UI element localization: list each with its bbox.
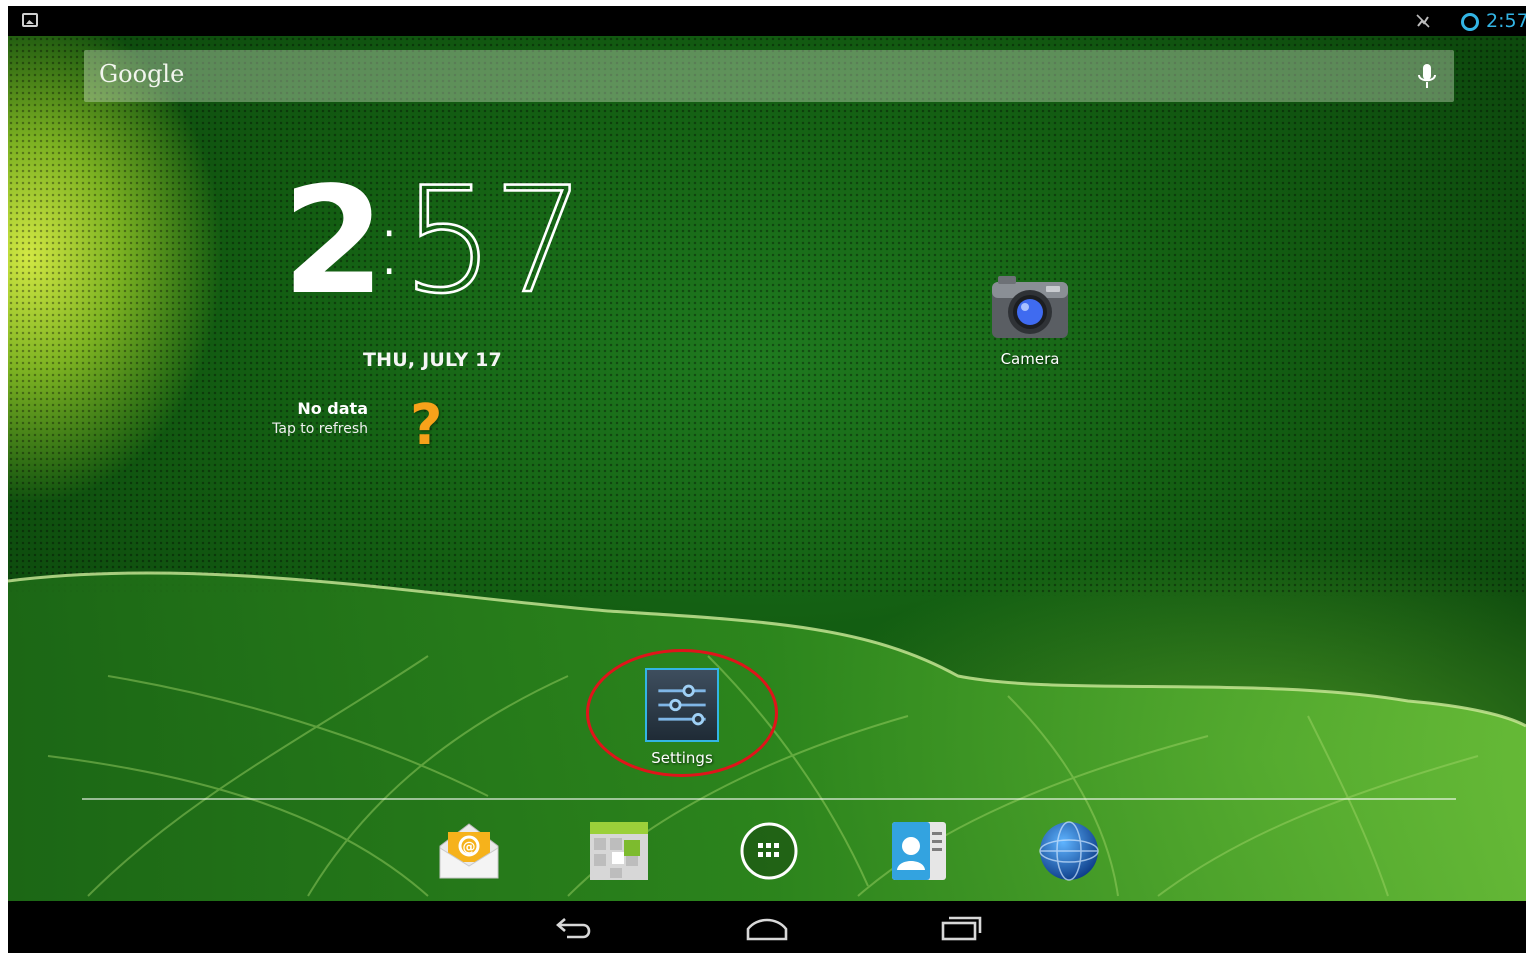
clock-hour: 2 [282,155,385,327]
contacts-icon[interactable] [886,818,952,884]
settings-highlight-ellipse [586,649,778,777]
google-search-bar[interactable]: Google [84,50,1454,102]
status-time: 2:57 [1486,10,1526,32]
email-icon[interactable]: @ [436,818,502,884]
svg-text:@: @ [463,840,476,855]
mute-icon [1416,14,1430,28]
camera-app[interactable]: Camera [980,274,1080,368]
recent-apps-icon[interactable] [940,911,984,943]
navigation-bar [8,901,1526,953]
camera-icon [992,276,1068,338]
weather-widget[interactable]: No data Tap to refresh ? [270,393,450,459]
dock-divider [82,798,1456,800]
back-icon[interactable] [553,911,597,943]
gallery-icon[interactable] [586,818,652,884]
screenshot-icon [22,13,38,27]
google-logo[interactable]: Google [99,60,184,88]
weather-subtitle: Tap to refresh [272,421,368,437]
status-bar: 2:57 [8,6,1526,36]
browser-icon[interactable] [1036,818,1102,884]
camera-label: Camera [1000,350,1060,368]
mic-icon[interactable] [1416,62,1438,92]
sync-icon [1461,13,1479,31]
clock-date: THU, JULY 17 [363,349,502,371]
question-mark-icon: ? [410,393,443,458]
android-home-screen: 2:57 Google 2 : 57 THU, JULY 17 No data … [8,6,1526,953]
home-icon[interactable] [745,911,789,943]
all-apps-icon[interactable] [736,818,802,884]
clock-separator: : [374,191,405,296]
weather-title: No data [297,399,368,418]
wallpaper-leaf [8,571,1526,901]
clock-minutes: 57 [401,156,587,326]
